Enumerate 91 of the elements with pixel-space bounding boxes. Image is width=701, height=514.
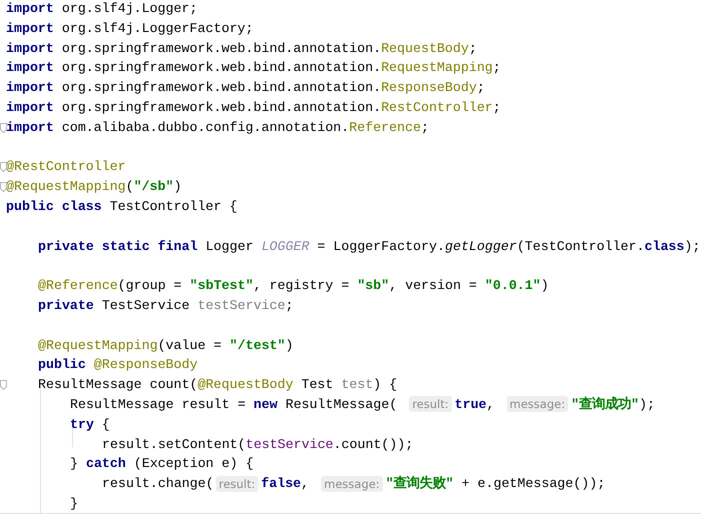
code-text: org.springframework.web.bind.annotation. [60,82,382,94]
code-keyword: import [6,122,54,133]
code-annotation: RestController [381,102,493,113]
code-string: "查询成功" [571,398,640,410]
code-text: result.setContent( [102,438,246,450]
code-text: ; [476,82,485,94]
code-annotation: @ResponseBody [92,359,198,370]
code-identifier: testService [198,300,286,311]
code-text: , version = [389,280,478,292]
code-string: "查询失败" [386,478,454,490]
code-text: } [70,498,78,509]
code-text: ; [420,122,429,133]
code-keyword: import [6,102,54,113]
code-text: (TestController. [516,240,644,252]
code-text: .count()); [333,438,414,450]
code-text: org.slf4j.LoggerFactory; [60,22,254,34]
code-annotation: @RequestBody [198,379,294,390]
code-keyword: private static final [38,240,198,252]
code-keyword: import [6,22,54,34]
code-string: "0.0.1" [484,280,541,292]
code-keyword: import [6,2,54,14]
code-identifier: test [341,379,374,390]
code-text: + e.getMessage()); [460,478,606,490]
code-keyword: catch [86,458,126,470]
code-keyword: true [454,398,487,410]
code-text: TestController { [108,200,238,212]
parameter-hint: result: [216,476,258,492]
code-text: ) { [373,379,398,390]
code-method: getLogger [444,240,517,252]
code-keyword: private [38,300,94,311]
code-keyword: new [254,398,278,410]
code-keyword: false [261,478,302,490]
code-text: ResultMessage result = [70,398,247,410]
parameter-hint: message: [506,396,568,412]
code-text: ( [126,181,134,192]
code-text: , [301,478,310,490]
code-text: ; [492,102,501,113]
code-text: org.slf4j.Logger; [60,2,198,14]
code-keyword: public class [6,200,102,212]
code-keyword: public [38,359,86,370]
code-text: ) [285,340,294,351]
code-annotation: @Reference [38,280,118,292]
code-annotation: @RestController [6,161,126,172]
code-text: org.springframework.web.bind.annotation. [60,102,382,113]
code-text: , [486,398,495,410]
fold-marker-icon[interactable] [0,122,7,133]
fold-marker-icon[interactable] [0,380,7,390]
code-text: Test [300,379,334,390]
code-annotation: @RequestMapping [38,340,158,351]
code-string: "/sb" [134,181,174,192]
code-annotation: Reference [349,122,421,133]
code-keyword: import [6,82,54,94]
code-text: (group = [118,280,183,292]
code-annotation: ResponseBody [381,82,477,94]
code-text: ); [639,398,656,410]
code-text: { [100,418,110,430]
code-text: ResultMessage count( [38,379,198,390]
code-field: testService [246,438,334,450]
code-keyword: import [6,42,54,54]
code-annotation: RequestBody [381,42,469,54]
code-text: ) [174,181,182,192]
code-text: ResultMessage( [284,398,398,410]
code-text: result.change( [102,478,214,490]
code-text: (value = [158,340,223,351]
code-text: TestService [100,300,191,311]
code-text: (Exception e) { [132,458,254,470]
code-string: "sbTest" [190,280,254,292]
code-text: ) [540,280,549,292]
code-text: , registry = [253,280,350,292]
code-keyword: class [644,240,684,252]
fold-marker-icon[interactable] [0,182,7,192]
code-text: ); [684,240,700,252]
code-text: ; [492,62,501,74]
code-constant: LOGGER [261,240,310,252]
code-annotation: RequestMapping [381,62,493,74]
code-annotation: @RequestMapping [6,181,126,192]
code-keyword: try [70,418,94,430]
code-string: "/test" [230,340,286,351]
parameter-hint: result: [409,396,452,412]
code-keyword: import [6,62,54,74]
code-string: "sb" [357,280,390,292]
code-text: ; [285,300,294,311]
code-text: org.springframework.web.bind.annotation. [60,62,382,74]
code-text: } [70,458,79,470]
code-text: = LoggerFactory. [316,240,445,252]
code-text: org.springframework.web.bind.annotation. [60,42,382,54]
code-text: com.alibaba.dubbo.config.annotation. [60,122,350,133]
code-text: Logger [204,240,254,252]
fold-marker-icon[interactable] [0,162,7,172]
parameter-hint: message: [321,476,383,492]
code-text: ; [468,42,477,54]
